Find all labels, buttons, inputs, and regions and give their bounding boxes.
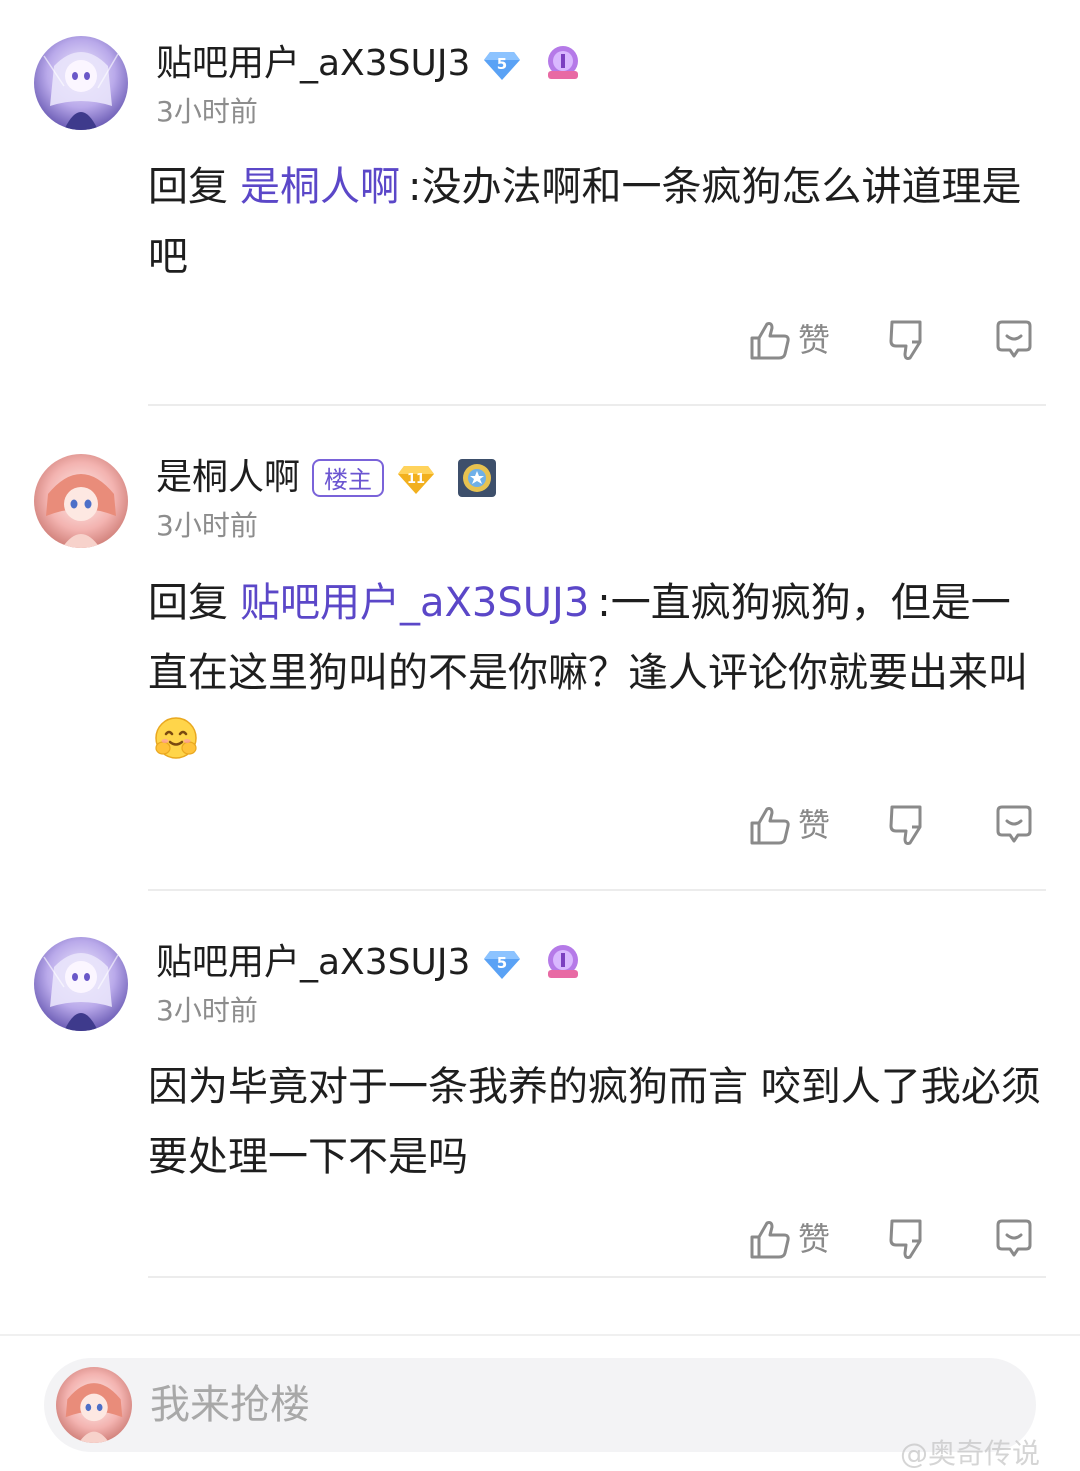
timestamp: 3小时前 <box>156 994 258 1027</box>
comment-actions: 赞 <box>748 799 1036 851</box>
level-badge-icon: 5 <box>482 44 522 84</box>
like-label: 赞 <box>797 1220 830 1258</box>
comment-actions: 赞 <box>748 314 1036 366</box>
thumbs-up-icon <box>748 803 792 847</box>
comment-text: 因为毕竟对于一条我养的疯狗而言 咬到人了我必须要处理一下不是吗 <box>148 1064 1041 1180</box>
svg-text:5: 5 <box>497 954 507 972</box>
comment-content: 回复 贴吧用户_aX3SUJ3:一直疯狗疯狗，但是一直在这里狗叫的不是你嘛？逢人评… <box>148 568 1048 778</box>
comment-bubble-icon <box>992 803 1036 847</box>
timestamp: 3小时前 <box>156 95 258 128</box>
comment-input-bar: 我来抢楼 @奥奇传说 <box>0 1334 1080 1471</box>
thumbs-down-icon <box>886 318 930 362</box>
reply-prefix: 回复 <box>148 164 228 210</box>
comment-item: 贴吧用户_aX3SUJ3 5 3小时前 回复 是桐人啊:没办法啊和一条疯狗怎么讲道 <box>0 0 1080 406</box>
purple-anime-avatar-icon <box>34 36 128 130</box>
purple-anime-avatar-icon <box>34 937 128 1031</box>
pink-anime-avatar-icon <box>56 1367 132 1443</box>
thumbs-up-icon <box>748 1217 792 1261</box>
smiling-hands-emoji-icon <box>152 714 200 762</box>
medal-icon <box>542 43 584 85</box>
comment-item: 贴吧用户_aX3SUJ3 5 3小时前 因为毕竟对于一条我养的疯狗而言 咬到人了 <box>0 891 1080 1306</box>
like-label: 赞 <box>797 806 830 844</box>
divider <box>148 1276 1046 1278</box>
like-label: 赞 <box>797 321 830 359</box>
thumbs-down-icon <box>886 803 930 847</box>
mention-link[interactable]: 贴吧用户_aX3SUJ3 <box>240 580 589 626</box>
reply-prefix: 回复 <box>148 580 228 626</box>
username[interactable]: 贴吧用户_aX3SUJ3 <box>156 38 470 90</box>
watermark: @奥奇传说 <box>899 1437 1040 1470</box>
name-row: 贴吧用户_aX3SUJ3 5 <box>156 937 584 989</box>
dislike-button[interactable] <box>886 1217 930 1261</box>
like-button[interactable]: 赞 <box>748 803 830 847</box>
avatar[interactable] <box>34 36 128 130</box>
medal-icon <box>456 457 498 499</box>
level-badge-icon: 11 <box>396 458 436 498</box>
comment-thread-page: 贴吧用户_aX3SUJ3 5 3小时前 回复 是桐人啊:没办法啊和一条疯狗怎么讲道 <box>0 0 1080 1471</box>
svg-text:11: 11 <box>407 472 425 487</box>
medal-icon <box>542 942 584 984</box>
like-button[interactable]: 赞 <box>748 1217 830 1261</box>
comment-actions: 赞 <box>748 1213 1036 1265</box>
comment-input[interactable]: 我来抢楼 <box>44 1358 1036 1452</box>
dislike-button[interactable] <box>886 318 930 362</box>
timestamp: 3小时前 <box>156 509 258 542</box>
avatar[interactable] <box>34 454 128 548</box>
username[interactable]: 贴吧用户_aX3SUJ3 <box>156 937 470 989</box>
mention-link[interactable]: 是桐人啊 <box>240 164 400 210</box>
like-button[interactable]: 赞 <box>748 318 830 362</box>
comment-content: 因为毕竟对于一条我养的疯狗而言 咬到人了我必须要处理一下不是吗 <box>148 1052 1048 1192</box>
name-row: 是桐人啊 楼主 11 <box>156 452 498 504</box>
reply-button[interactable] <box>992 1217 1036 1261</box>
reply-button[interactable] <box>992 318 1036 362</box>
avatar[interactable] <box>34 937 128 1031</box>
name-row: 贴吧用户_aX3SUJ3 5 <box>156 38 584 90</box>
comment-bubble-icon <box>992 318 1036 362</box>
reply-button[interactable] <box>992 803 1036 847</box>
owner-badge: 楼主 <box>312 459 385 497</box>
dislike-button[interactable] <box>886 803 930 847</box>
comment-bubble-icon <box>992 1217 1036 1261</box>
comment-content: 回复 是桐人啊:没办法啊和一条疯狗怎么讲道理是吧 <box>148 152 1048 292</box>
pink-anime-avatar-icon <box>34 454 128 548</box>
avatar <box>56 1367 132 1443</box>
username[interactable]: 是桐人啊 <box>156 452 300 504</box>
input-placeholder: 我来抢楼 <box>150 1382 310 1428</box>
svg-text:5: 5 <box>497 55 507 73</box>
thumbs-up-icon <box>748 318 792 362</box>
thumbs-down-icon <box>886 1217 930 1261</box>
level-badge-icon: 5 <box>482 943 522 983</box>
comment-item: 是桐人啊 楼主 11 3小时前 回复 贴吧用户_aX3SUJ3:一直疯狗疯狗，… <box>0 406 1080 891</box>
